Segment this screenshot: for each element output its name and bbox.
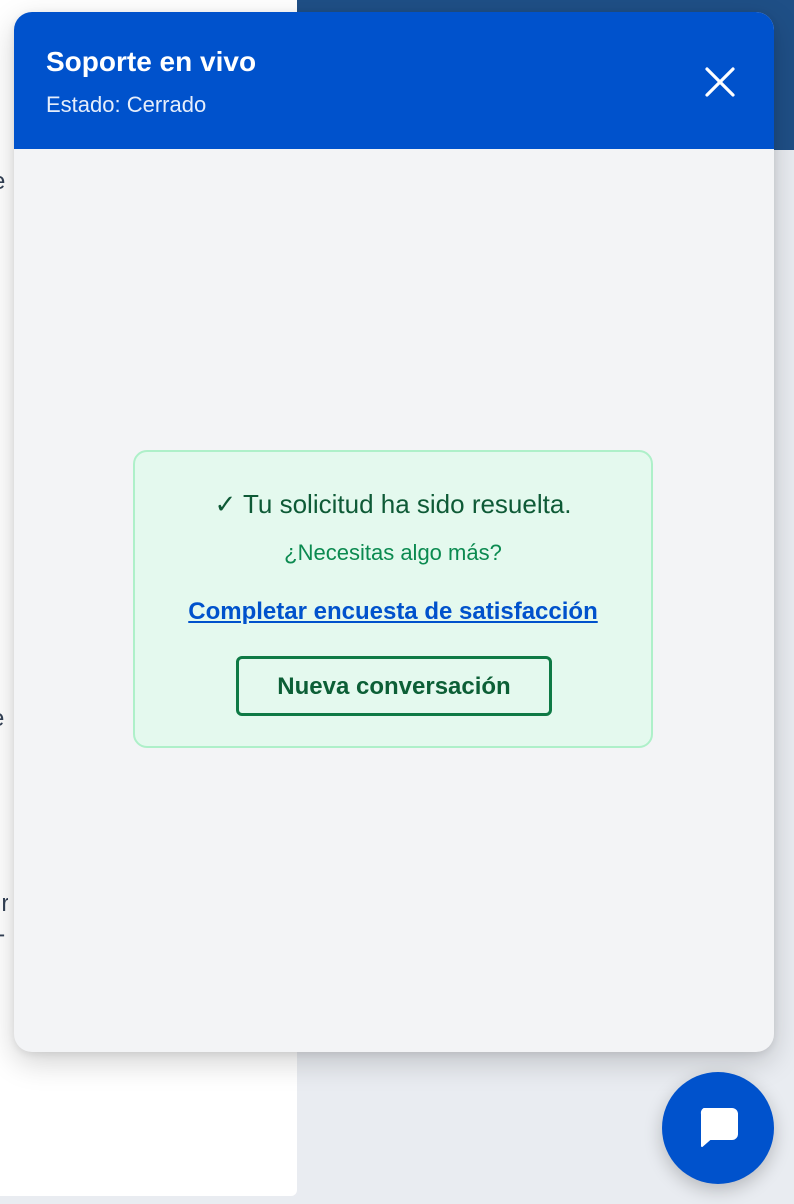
chat-launcher-button[interactable] <box>662 1072 774 1184</box>
chat-status: Estado: Cerrado <box>46 92 207 117</box>
chat-bubble-icon <box>700 1108 738 1147</box>
close-icon <box>705 67 735 97</box>
background-text-fragment: n <box>0 663 8 691</box>
resolution-question: ¿Necesitas algo más? <box>284 540 502 565</box>
new-conversation-button[interactable]: Nueva conversación <box>236 656 552 716</box>
chat-widget-header: Soporte en vivo Estado: Cerrado <box>14 12 774 149</box>
chat-widget: Soporte en vivo Estado: Cerrado ✓ Tu sol… <box>14 12 774 1052</box>
resolution-message: ✓ Tu solicitud ha sido resuelta. <box>214 489 572 519</box>
survey-link[interactable]: Completar encuesta de satisfacción <box>135 597 651 627</box>
background-text-fragment: T <box>0 930 10 958</box>
background-text-fragment: ur <box>0 890 8 917</box>
resolution-card: ✓ Tu solicitud ha sido resuelta. ¿Necesi… <box>133 450 653 748</box>
chat-title: Soporte en vivo <box>46 46 257 77</box>
background-text-fragment: e <box>0 705 11 733</box>
close-button[interactable] <box>702 64 738 100</box>
background-text-fragment: e <box>0 168 12 196</box>
